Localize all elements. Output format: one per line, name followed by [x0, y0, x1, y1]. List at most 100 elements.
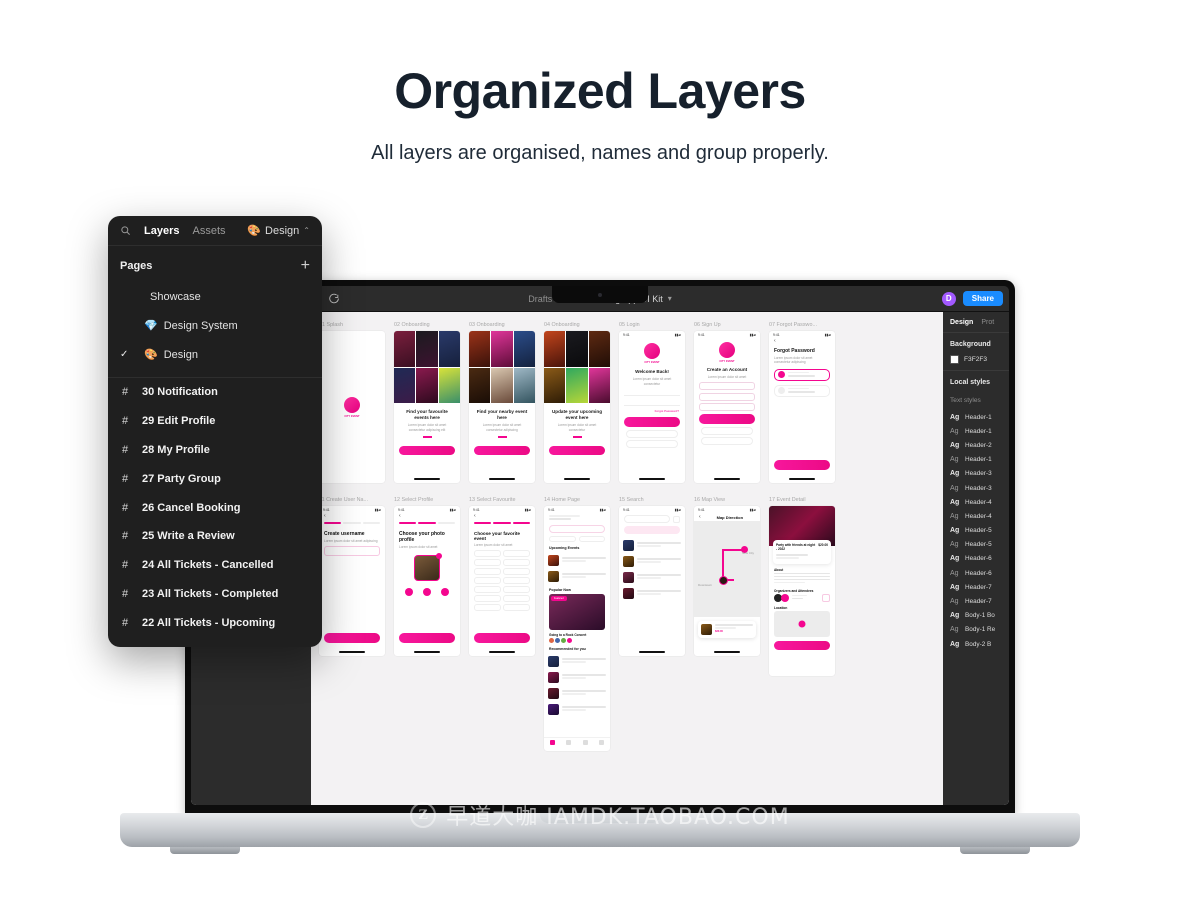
get-started-button[interactable]	[549, 445, 605, 455]
layer-item-27-party-group[interactable]: # 27 Party Group	[108, 464, 322, 493]
filter-chip[interactable]	[549, 536, 576, 543]
tab-assets[interactable]: Assets	[192, 225, 225, 237]
search-result-item[interactable]	[619, 553, 685, 569]
frame-select-favourite[interactable]: 13 Select Favourite 9:41 ▮▮▰ ‹ Choose yo…	[469, 497, 535, 656]
frame-signup[interactable]: 06 Sign Up 9:41 ▮▮▰ CITY EVENT Create an …	[694, 322, 760, 483]
organizer-row[interactable]	[769, 593, 835, 602]
text-style-item[interactable]: Ag Header-1	[943, 453, 1009, 467]
back-icon[interactable]: ‹	[699, 514, 701, 520]
layer-item-26-cancel-booking[interactable]: # 26 Cancel Booking	[108, 493, 322, 522]
map-event-card[interactable]: $20.00	[698, 621, 756, 638]
nav-profile-icon[interactable]	[599, 740, 605, 745]
username-input[interactable]	[324, 545, 380, 556]
category-chip[interactable]	[503, 586, 530, 594]
category-chip[interactable]	[503, 604, 530, 612]
comment-tool-icon[interactable]	[326, 291, 341, 306]
avatar[interactable]: D	[941, 291, 956, 306]
category-chip[interactable]	[474, 568, 501, 576]
page-item-design[interactable]: ✓ 🎨 Design	[108, 340, 322, 369]
text-style-item[interactable]: Ag Header-5	[943, 538, 1009, 552]
map-canvas[interactable]: New City Downtown	[694, 521, 760, 617]
nav-home-icon[interactable]	[549, 740, 555, 745]
category-chip[interactable]	[474, 559, 501, 567]
tab-design[interactable]: Design	[950, 319, 973, 326]
google-login-button[interactable]	[626, 440, 678, 449]
page-selector[interactable]: 🎨 Design ⌃	[247, 224, 310, 238]
follow-button[interactable]	[822, 593, 830, 602]
sms-option[interactable]	[774, 368, 830, 381]
text-style-item[interactable]: Ag Body-1 Bo	[943, 609, 1009, 623]
color-swatch[interactable]	[950, 355, 959, 364]
text-style-item[interactable]: Ag Header-7	[943, 580, 1009, 594]
next-button[interactable]	[399, 445, 455, 455]
facebook-login-button[interactable]	[626, 429, 678, 438]
login-button[interactable]	[624, 417, 680, 428]
figma-board[interactable]: 01 Splash CITY EVENT 02 Onboarding Find …	[311, 312, 943, 805]
event-list-item[interactable]	[544, 568, 610, 584]
frame-onboarding-2[interactable]: 03 Onboarding Find your nearby event her…	[469, 322, 535, 483]
frame-splash[interactable]: 01 Splash CITY EVENT	[319, 322, 385, 483]
background-color-row[interactable]: F3F2F3	[950, 355, 1002, 364]
book-now-button[interactable]	[774, 640, 830, 650]
facebook-login-button[interactable]	[701, 426, 753, 435]
text-style-item[interactable]: Ag Header-4	[943, 495, 1009, 509]
search-result-item[interactable]	[619, 569, 685, 585]
text-style-item[interactable]: Ag Header-6	[943, 566, 1009, 580]
frame-home-page[interactable]: 14 Home Page 9:41 ▮▮▰ Upcoming Events Po…	[544, 497, 610, 751]
text-style-item[interactable]: Ag Header-7	[943, 594, 1009, 608]
chevron-down-icon[interactable]: ▾	[668, 294, 672, 303]
category-chip[interactable]	[474, 595, 501, 603]
frame-login[interactable]: 05 Login 9:41 ▮▮▰ CITY EVENT Welcome Back…	[619, 322, 685, 483]
filter-chip[interactable]	[578, 536, 605, 543]
frame-map-view[interactable]: 16 Map View 9:41 ▮▮▰ ‹ Map Direction New…	[694, 497, 760, 656]
layer-item-30-notification[interactable]: # 30 Notification	[108, 378, 322, 407]
nav-tickets-icon[interactable]	[566, 740, 572, 745]
page-item-design-system[interactable]: 💎 Design System	[108, 311, 322, 340]
event-list-item[interactable]	[544, 669, 610, 685]
frame-create-username[interactable]: 11 Create User Na... 9:41 ▮▮▰ ‹ Create u…	[319, 497, 385, 656]
name-field[interactable]	[699, 382, 755, 391]
text-style-item[interactable]: Ag Header-1	[943, 410, 1009, 424]
search-icon[interactable]	[120, 225, 131, 236]
event-list-item[interactable]	[544, 552, 610, 568]
next-button[interactable]	[324, 633, 380, 643]
add-page-button[interactable]: +	[301, 258, 310, 274]
category-chip[interactable]	[503, 577, 530, 585]
email-option[interactable]	[774, 384, 830, 397]
frame-onboarding-1[interactable]: 02 Onboarding Find your favourite events…	[394, 322, 460, 483]
layer-item-25-write-a-review[interactable]: # 25 Write a Review	[108, 522, 322, 551]
search-input[interactable]	[624, 515, 670, 523]
next-button[interactable]	[399, 633, 455, 643]
create-button[interactable]	[474, 633, 530, 643]
event-list-item[interactable]	[544, 685, 610, 701]
text-style-item[interactable]: Ag Header-5	[943, 524, 1009, 538]
text-style-item[interactable]: Ag Header-1	[943, 424, 1009, 438]
signup-button[interactable]	[699, 414, 755, 425]
text-style-item[interactable]: Ag Header-4	[943, 509, 1009, 523]
layer-item-24-all-tickets-cancelled[interactable]: # 24 All Tickets - Cancelled	[108, 551, 322, 580]
tab-prototype[interactable]: Prot	[981, 319, 994, 326]
category-chip[interactable]	[503, 559, 530, 567]
camera-option-icon[interactable]	[405, 588, 413, 597]
email-field[interactable]	[699, 392, 755, 401]
text-style-item[interactable]: Ag Header-3	[943, 467, 1009, 481]
profile-photo[interactable]	[414, 553, 442, 582]
category-chip[interactable]	[474, 604, 501, 612]
featured-event-card[interactable]: Featured	[549, 594, 605, 631]
location-map[interactable]	[774, 610, 830, 637]
category-chip[interactable]	[503, 568, 530, 576]
text-style-item[interactable]: Ag Header-2	[943, 438, 1009, 452]
category-chip[interactable]	[474, 577, 501, 585]
chevron-up-icon[interactable]: ⌃	[303, 226, 310, 235]
filter-icon[interactable]	[673, 515, 680, 523]
category-chip[interactable]	[503, 595, 530, 603]
tab-layers[interactable]: Layers	[144, 225, 179, 237]
layer-item-23-all-tickets-completed[interactable]: # 23 All Tickets - Completed	[108, 580, 322, 609]
layer-item-22-all-tickets-upcoming[interactable]: # 22 All Tickets - Upcoming	[108, 608, 322, 637]
frame-onboarding-3[interactable]: 04 Onboarding Update your upcoming event…	[544, 322, 610, 483]
password-field[interactable]	[624, 399, 680, 407]
layers-panel-overlay[interactable]: Layers Assets 🎨 Design ⌃ Pages + Showcas…	[108, 216, 322, 648]
category-chip[interactable]	[474, 550, 501, 558]
forgot-password-link[interactable]: Forgot Password?	[619, 409, 685, 413]
avatar-option-icon[interactable]	[441, 588, 449, 597]
